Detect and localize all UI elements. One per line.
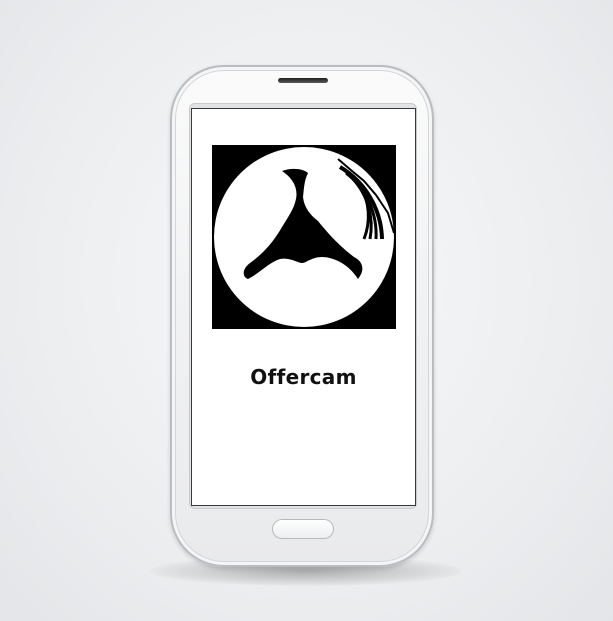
offercam-logo-icon[interactable] (212, 145, 396, 329)
phone-screen[interactable]: Offercam (192, 109, 415, 505)
smartphone-device: Offercam (170, 65, 434, 567)
app-name-label: Offercam (250, 365, 357, 389)
speaker-grille (278, 78, 328, 83)
home-button[interactable] (272, 519, 334, 539)
offercam-logo-graphic (212, 145, 396, 329)
